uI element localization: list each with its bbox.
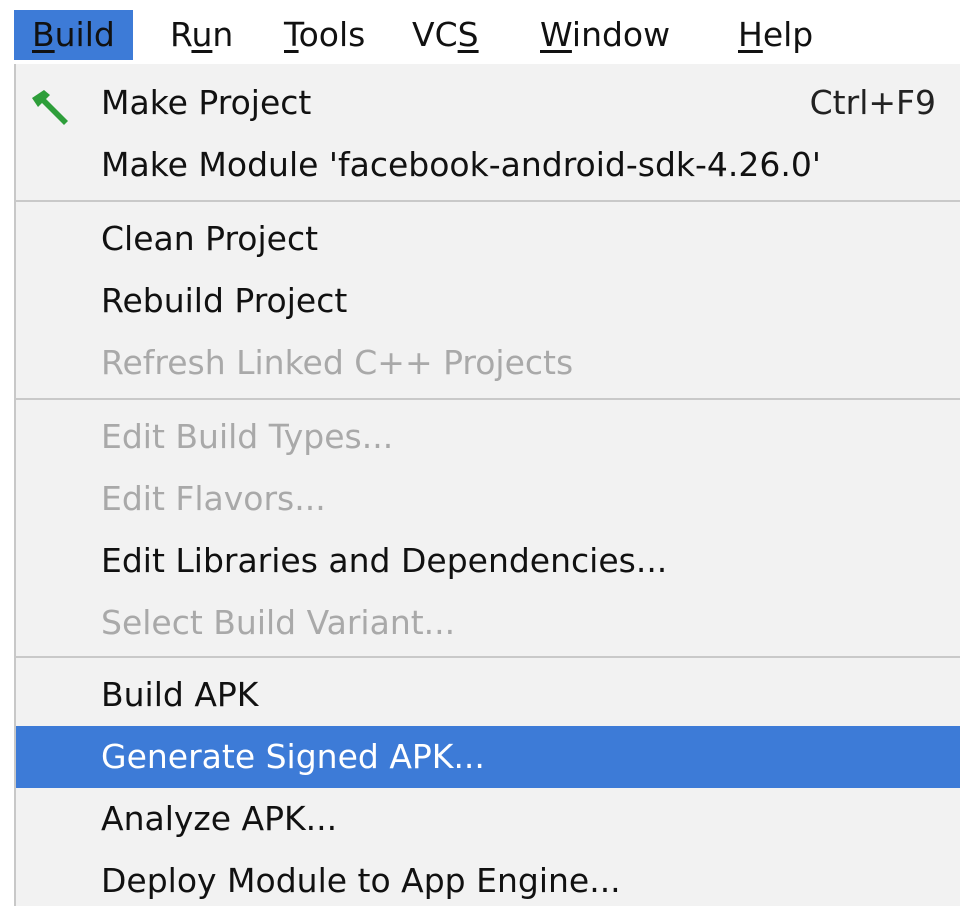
menu-item-refresh-linked-cpp: Refresh Linked C++ Projects (16, 332, 960, 394)
menu-run-prefix: R (170, 15, 192, 54)
menu-item-label: Rebuild Project (101, 281, 348, 320)
menu-window-mnemonic: W (540, 15, 572, 54)
menu-item-label: Select Build Variant... (101, 603, 456, 642)
menu-item-make-project[interactable]: Make Project Ctrl+F9 (16, 72, 960, 134)
menu-item-label: Refresh Linked C++ Projects (101, 343, 574, 382)
menu-tools[interactable]: Tools (284, 10, 365, 60)
menu-item-label: Analyze APK... (101, 799, 338, 838)
menu-tools-label: ools (298, 15, 366, 54)
menu-window-label: indow (571, 15, 671, 54)
menu-separator (16, 398, 960, 400)
menu-item-analyze-apk[interactable]: Analyze APK... (16, 788, 960, 850)
menu-item-clean-project[interactable]: Clean Project (16, 208, 960, 270)
menu-build-mnemonic: B (32, 15, 55, 54)
menu-help-mnemonic: H (738, 15, 763, 54)
menu-item-label: Deploy Module to App Engine... (101, 861, 621, 900)
menu-item-rebuild-project[interactable]: Rebuild Project (16, 270, 960, 332)
hammer-icon (30, 84, 72, 125)
menu-separator (16, 656, 960, 658)
menu-item-deploy-module[interactable]: Deploy Module to App Engine... (16, 850, 960, 906)
menu-item-label: Edit Flavors... (101, 479, 326, 518)
menu-item-label: Make Project (101, 83, 312, 122)
menu-item-shortcut: Ctrl+F9 (809, 83, 936, 122)
menu-item-select-build-variant: Select Build Variant... (16, 592, 960, 654)
menu-vcs-mnemonic: S (457, 15, 479, 54)
menu-vcs-prefix: VC (412, 15, 458, 54)
menu-item-edit-libraries[interactable]: Edit Libraries and Dependencies... (16, 530, 960, 592)
menu-run-label: n (212, 15, 234, 54)
menu-item-label: Make Module 'facebook-android-sdk-4.26.0… (101, 145, 821, 184)
menu-item-edit-flavors: Edit Flavors... (16, 468, 960, 530)
menu-run-mnemonic: u (191, 15, 213, 54)
menu-window[interactable]: Window (540, 10, 670, 60)
menu-build[interactable]: Build (14, 10, 133, 60)
menu-item-label: Generate Signed APK... (101, 737, 485, 776)
screen: Build Run Tools VCS Window Help Make Pro… (0, 0, 960, 906)
build-menu-dropdown: Make Project Ctrl+F9 Make Module 'facebo… (14, 64, 960, 906)
menu-item-build-apk[interactable]: Build APK (16, 664, 960, 726)
menu-run[interactable]: Run (170, 10, 233, 60)
menu-tools-mnemonic: T (284, 15, 299, 54)
menu-item-generate-signed-apk[interactable]: Generate Signed APK... (16, 726, 960, 788)
menu-vcs[interactable]: VCS (412, 10, 479, 60)
menu-item-edit-build-types: Edit Build Types... (16, 406, 960, 468)
menu-help-label: elp (762, 15, 814, 54)
menu-separator (16, 200, 960, 202)
menu-help[interactable]: Help (738, 10, 813, 60)
menu-build-label: uild (54, 15, 115, 54)
menu-item-label: Edit Libraries and Dependencies... (101, 541, 668, 580)
menu-item-label: Clean Project (101, 219, 319, 258)
menu-item-make-module[interactable]: Make Module 'facebook-android-sdk-4.26.0… (16, 134, 960, 196)
menu-item-label: Build APK (101, 675, 259, 714)
menu-item-label: Edit Build Types... (101, 417, 394, 456)
